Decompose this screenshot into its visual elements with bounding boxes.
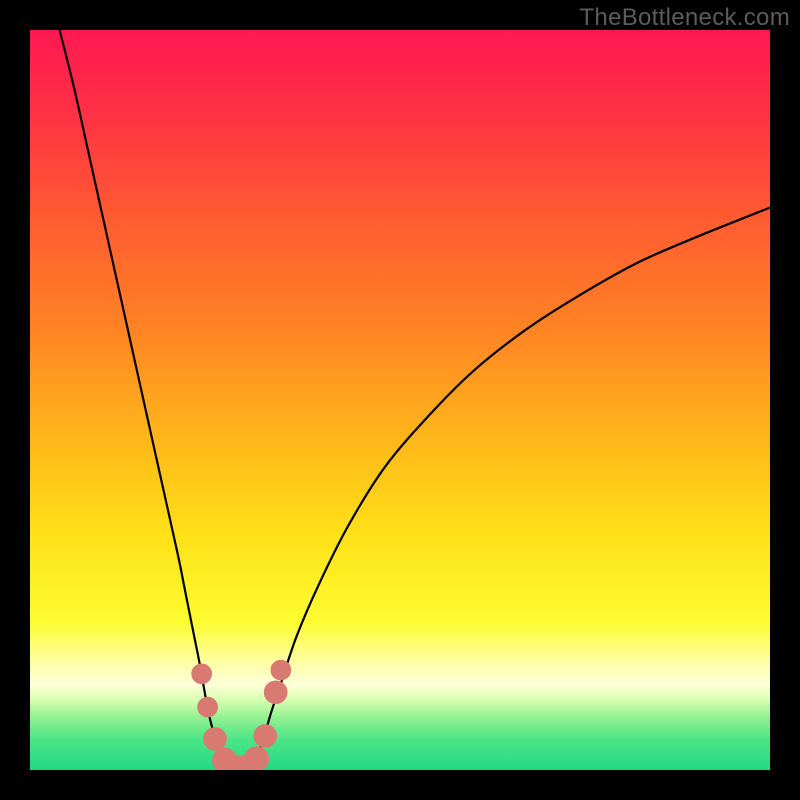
gradient-background xyxy=(30,30,770,770)
highlight-dot xyxy=(253,724,277,748)
highlight-dot xyxy=(264,680,288,704)
chart-frame: TheBottleneck.com xyxy=(0,0,800,800)
highlight-dot xyxy=(197,697,218,718)
watermark-text: TheBottleneck.com xyxy=(579,4,790,32)
highlight-dot xyxy=(203,727,227,751)
highlight-dot xyxy=(271,660,292,681)
highlight-dot xyxy=(191,663,212,684)
plot-svg xyxy=(30,30,770,770)
plot-area xyxy=(30,30,770,770)
